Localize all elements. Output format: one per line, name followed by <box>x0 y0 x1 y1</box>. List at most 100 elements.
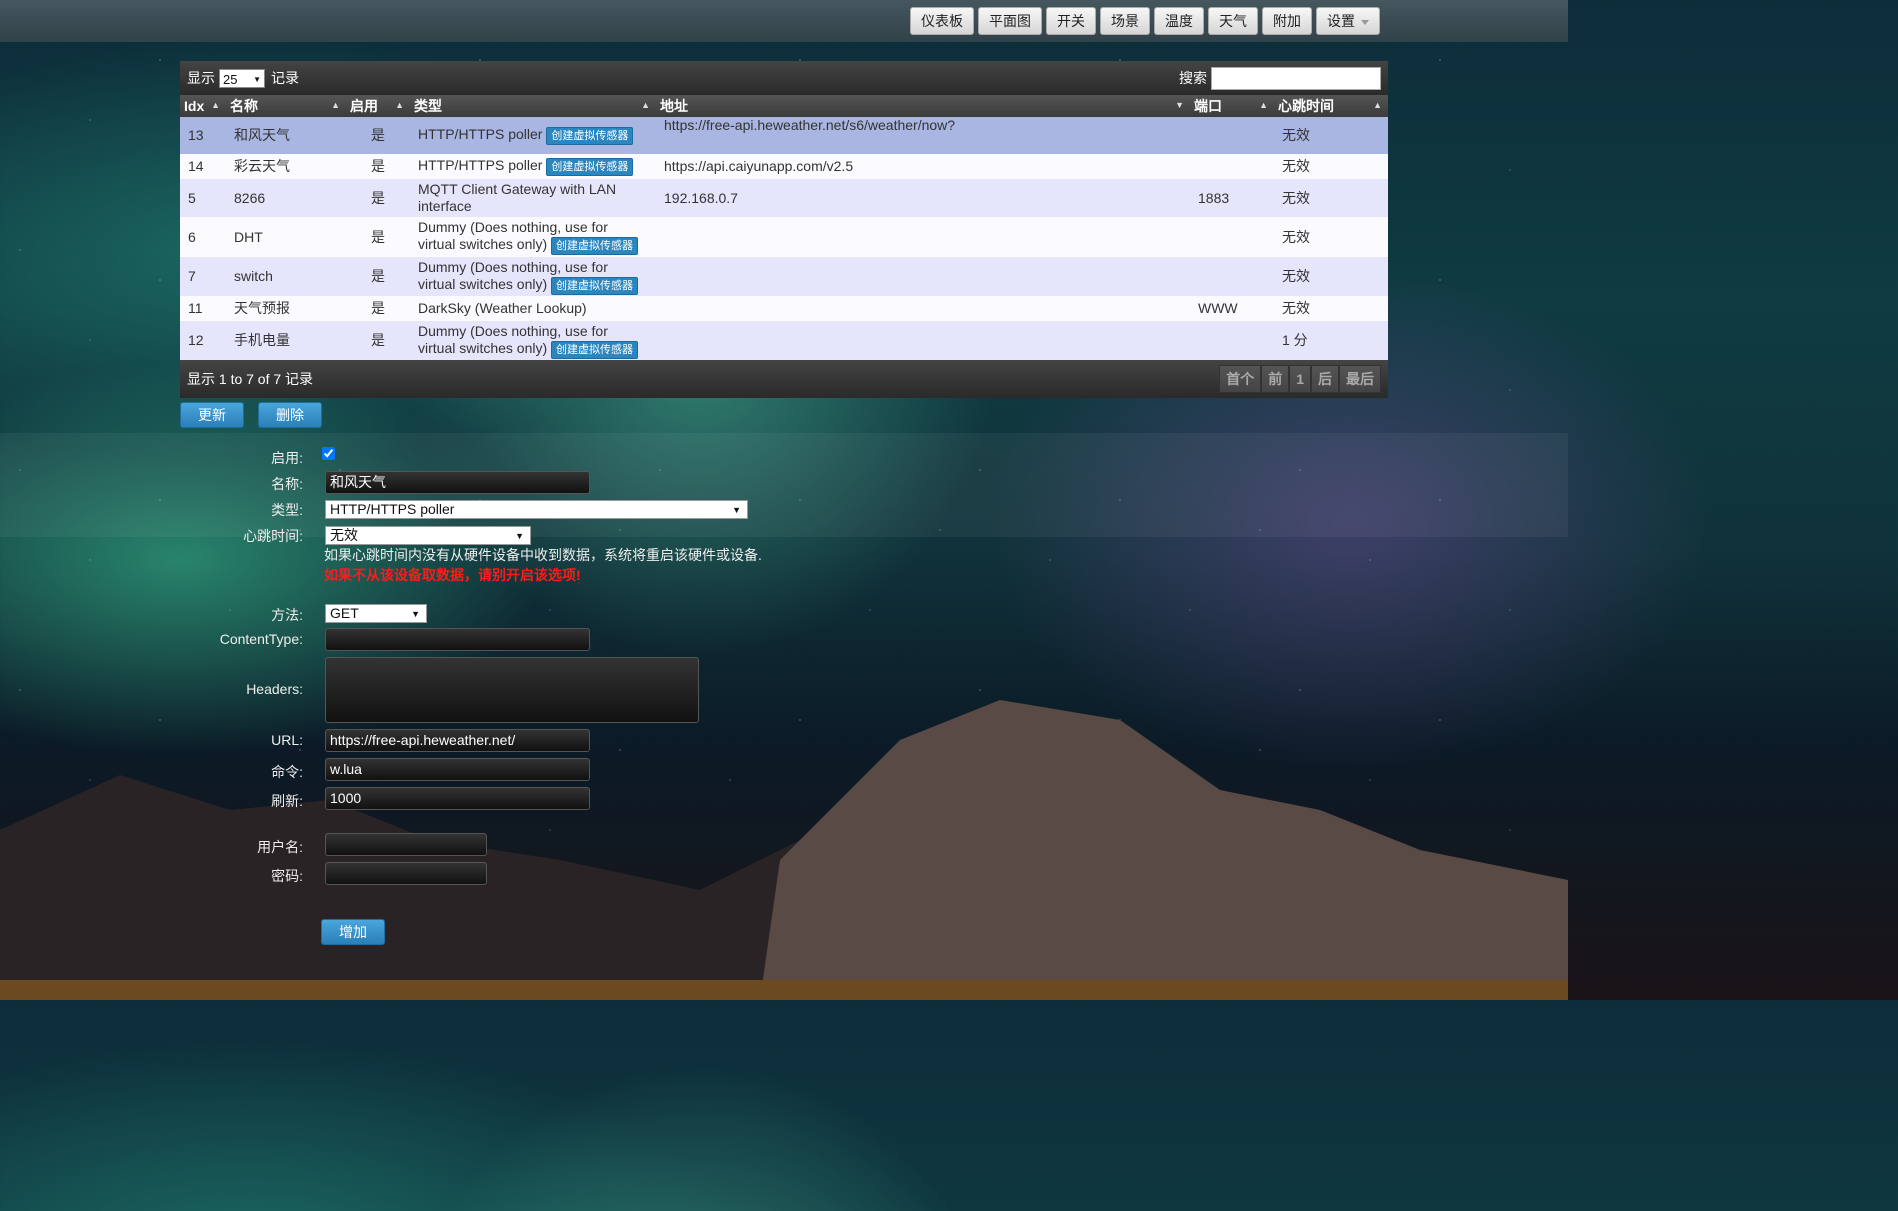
table-controls: 显示 25 记录 搜索 <box>180 61 1388 95</box>
cell-idx: 14 <box>180 154 226 179</box>
col-type-header[interactable]: 类型 ▲ <box>410 95 656 117</box>
page-size-select[interactable]: 25 <box>219 68 265 89</box>
cell-port: WWW <box>1190 296 1274 321</box>
create-virtual-sensor-button[interactable]: 创建虚拟传感器 <box>551 237 639 255</box>
update-button[interactable]: 更新 <box>180 402 244 428</box>
timeout-note: 如果心跳时间内没有从硬件设备中收到数据，系统将重启该硬件或设备. <box>324 547 762 563</box>
col-timeout-header[interactable]: 心跳时间 ▲ <box>1274 95 1388 117</box>
cell-timeout: 无效 <box>1274 179 1388 217</box>
create-virtual-sensor-button[interactable]: 创建虚拟传感器 <box>546 158 634 176</box>
cell-timeout-text: 无效 <box>1282 300 1310 316</box>
cell-name: 彩云天气 <box>226 154 346 179</box>
pager-first[interactable]: 首个 <box>1219 365 1262 393</box>
nav-dashboard[interactable]: 仪表板 <box>910 7 974 35</box>
enabled-checkbox[interactable] <box>322 447 335 460</box>
nav-utility[interactable]: 附加 <box>1262 7 1312 35</box>
cell-idx-text: 6 <box>188 228 196 245</box>
cell-type: DarkSky (Weather Lookup) <box>410 296 656 321</box>
nav-switches[interactable]: 开关 <box>1046 7 1096 35</box>
col-idx-header[interactable]: Idx ▲ <box>180 95 226 117</box>
create-virtual-sensor-button[interactable]: 创建虚拟传感器 <box>546 127 634 145</box>
refresh-field[interactable]: 1000 <box>325 787 590 810</box>
cell-address: https://free-api.heweather.net/s6/weathe… <box>656 117 1190 154</box>
sort-icon: ▲ <box>211 100 220 110</box>
cell-enabled-text: 是 <box>371 189 385 206</box>
sort-icon: ▲ <box>641 100 650 110</box>
cell-name: 和风天气 <box>226 117 346 154</box>
table-body: 13 和风天气是 HTTP/HTTPS poller 创建虚拟传感器 https://… <box>180 117 1388 360</box>
cell-enabled: 是 <box>346 257 410 296</box>
delete-button[interactable]: 删除 <box>258 402 322 428</box>
pager-last[interactable]: 最后 <box>1339 365 1381 393</box>
refresh-label: 刷新: <box>271 793 303 809</box>
cell-port <box>1190 117 1274 154</box>
cell-enabled: 是 <box>346 296 410 321</box>
pager-page-1[interactable]: 1 <box>1289 365 1311 393</box>
col-port-header[interactable]: 端口 ▲ <box>1190 95 1274 117</box>
nav-settings-label: 设置 <box>1327 13 1355 29</box>
col-enabled-header[interactable]: 启用 ▲ <box>346 95 410 117</box>
cell-port <box>1190 257 1274 296</box>
col-name-header[interactable]: 名称 ▲ <box>226 95 346 117</box>
table-row[interactable]: 14 彩云天气 是 HTTP/HTTPS poller 创建虚拟传感器 https://… <box>180 154 1388 179</box>
show-prefix: 显示 <box>187 70 215 86</box>
content-type-field[interactable] <box>325 628 590 651</box>
column-label: Idx <box>184 98 205 114</box>
cell-timeout-text: 无效 <box>1282 158 1310 174</box>
pager-prev[interactable]: 前 <box>1261 365 1290 393</box>
create-virtual-sensor-button[interactable]: 创建虚拟传感器 <box>551 276 639 295</box>
cell-timeout: 1 分 <box>1274 321 1388 360</box>
type-select-value: HTTP/HTTPS poller <box>330 501 455 517</box>
cell-address-text: https://api.caiyunapp.com/v2.5 <box>664 158 854 174</box>
cell-enabled-text: 是 <box>371 228 385 245</box>
cell-timeout: 无效 <box>1274 257 1388 296</box>
command-field[interactable]: w.lua <box>325 758 590 781</box>
nav-weather[interactable]: 天气 <box>1208 7 1258 35</box>
column-label: 启用 <box>350 98 378 114</box>
method-select[interactable]: GET ▼ <box>325 604 427 623</box>
chevron-down-icon: ▼ <box>732 505 741 515</box>
sort-icon: ▲ <box>395 100 404 110</box>
username-label: 用户名: <box>257 839 303 855</box>
column-label: 端口 <box>1194 98 1222 114</box>
type-select[interactable]: HTTP/HTTPS poller ▼ <box>325 500 748 519</box>
search-input[interactable] <box>1211 66 1381 90</box>
type-label: 类型: <box>271 502 303 518</box>
cell-timeout: 无效 <box>1274 217 1388 257</box>
sort-icon: ▲ <box>1259 100 1268 110</box>
table-row[interactable]: 5 8266 是 MQTT Client Gateway with LAN inter… <box>180 179 1388 217</box>
nav-settings[interactable]: 设置 <box>1316 7 1380 35</box>
chevron-down-icon <box>1361 19 1369 25</box>
cell-port <box>1190 217 1274 257</box>
nav-floorplan[interactable]: 平面图 <box>978 7 1042 35</box>
cell-idx-text: 5 <box>188 189 196 206</box>
table-row[interactable]: 13 和风天气 是 HTTP/HTTPS poller 创建虚拟传感器 https://… <box>180 117 1388 154</box>
headers-textarea[interactable] <box>325 657 699 723</box>
create-virtual-sensor-button[interactable]: 创建虚拟传感器 <box>551 340 639 359</box>
nav-temperature[interactable]: 温度 <box>1154 7 1204 35</box>
col-address-header[interactable]: 地址 ▼ <box>656 95 1190 117</box>
nav-scenes[interactable]: 场景 <box>1100 7 1150 35</box>
table-row[interactable]: 7 switch 是 Dummy (Does nothing, use for vir… <box>180 257 1388 296</box>
table-row[interactable]: 11 天气预报 是 DarkSky (Weather Lookup) WWW 无效 <box>180 296 1388 321</box>
cell-timeout: 无效 <box>1274 154 1388 179</box>
cell-name-text: 彩云天气 <box>234 158 290 174</box>
show-suffix: 记录 <box>271 70 299 86</box>
table-row[interactable]: 6 DHT 是 Dummy (Does nothing, use for virtua… <box>180 217 1388 257</box>
timeout-select[interactable]: 无效 ▼ <box>325 526 531 545</box>
table-row[interactable]: 12 手机电量 是 Dummy (Does nothing, use for virt… <box>180 321 1388 360</box>
method-label: 方法: <box>271 607 303 623</box>
hardware-table: Idx ▲ 名称 ▲ 启用 ▲ 类型 ▲ 地址 ▼ 端口 ▲ 心跳时间 ▲ 13 和风天气是 HTTP/HTT… <box>180 95 1388 360</box>
cell-type-text: HTTP/HTTPS poller <box>418 126 543 142</box>
name-field[interactable]: 和风天气 <box>325 471 590 494</box>
cell-name-text: 手机电量 <box>234 332 290 348</box>
username-field[interactable] <box>325 833 487 856</box>
cell-address: 192.168.0.7 <box>656 179 1190 217</box>
password-field[interactable] <box>325 862 487 885</box>
add-button[interactable]: 增加 <box>321 919 385 945</box>
cell-address-text: https://free-api.heweather.net/s6/weathe… <box>664 117 956 133</box>
table-info: 显示 1 to 7 of 7 记录 <box>187 371 314 387</box>
pager-next[interactable]: 后 <box>1311 365 1339 393</box>
url-field[interactable]: https://free-api.heweather.net/ <box>325 729 590 752</box>
cell-idx-text: 14 <box>188 158 204 174</box>
